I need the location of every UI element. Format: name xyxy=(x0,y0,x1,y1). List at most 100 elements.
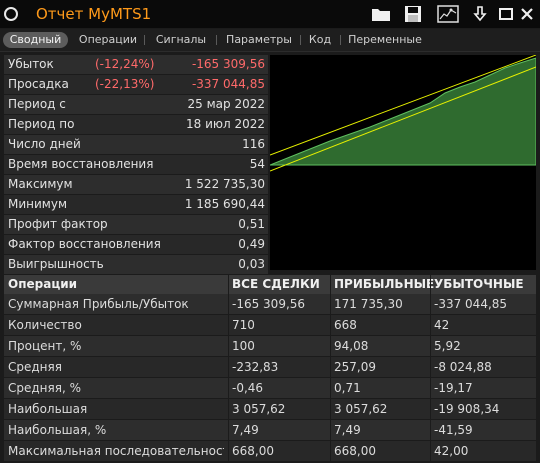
table-cell: Средняя xyxy=(8,360,62,374)
stat-label: Период с xyxy=(8,97,66,111)
tab-variables[interactable]: Переменные xyxy=(345,32,425,48)
stat-row-recovery-factor: Фактор восстановления 0,49 xyxy=(4,235,268,255)
equity-chart-svg xyxy=(269,54,537,172)
table-cell: -337 044,85 xyxy=(434,297,508,311)
tab-signals[interactable]: Сигналы xyxy=(150,32,212,48)
column-divider xyxy=(430,275,431,463)
table-cell: 0,71 xyxy=(334,381,361,395)
table-cell: 710 xyxy=(232,318,255,332)
table-cell: Наибольшая, % xyxy=(8,423,107,437)
stat-value: 1 185 690,44 xyxy=(184,197,265,211)
table-cell: Количество xyxy=(8,318,82,332)
close-icon[interactable] xyxy=(518,4,536,24)
tab-divider xyxy=(216,35,217,45)
download-arrow-icon[interactable] xyxy=(470,4,490,24)
table-row: Процент, % 100 94,08 5,92 xyxy=(4,336,536,357)
table-cell: -19 908,34 xyxy=(434,402,500,416)
stat-label: Убыток xyxy=(8,57,54,71)
tab-divider xyxy=(144,35,145,45)
table-cell: 257,09 xyxy=(334,360,376,374)
stat-label: Минимум xyxy=(8,197,68,211)
table-header-row: Операции ВСЕ СДЕЛКИ ПРИБЫЛЬНЫЕ УБЫТОЧНЫЕ xyxy=(4,275,536,294)
equity-chart xyxy=(269,54,537,270)
table-cell: 42,00 xyxy=(434,444,469,458)
stat-value: 25 мар 2022 xyxy=(187,97,265,111)
column-header: Операции xyxy=(8,277,78,291)
table-cell: -232,83 xyxy=(232,360,279,374)
stat-value: 18 июл 2022 xyxy=(185,117,265,131)
folder-icon[interactable] xyxy=(370,4,392,24)
table-cell: 94,08 xyxy=(334,339,369,353)
tab-operations[interactable]: Операции xyxy=(76,32,140,48)
stat-row-drawdown: Просадка (-22,13%) -337 044,85 xyxy=(4,75,268,95)
column-header: ВСЕ СДЕЛКИ xyxy=(232,277,320,291)
stat-row-period-from: Период с 25 мар 2022 xyxy=(4,95,268,115)
stat-value: 54 xyxy=(249,157,265,171)
tab-summary[interactable]: Сводный xyxy=(3,32,68,48)
column-header: УБЫТОЧНЫЕ xyxy=(434,277,524,291)
stat-label: Период по xyxy=(8,117,75,131)
stat-percent: (-22,13%) xyxy=(95,77,155,91)
table-row: Максимальная последовательность 668,00 6… xyxy=(4,441,536,462)
table-row: Суммарная Прибыль/Убыток -165 309,56 171… xyxy=(4,294,536,315)
table-cell: 5,92 xyxy=(434,339,461,353)
stat-percent: (-12,24%) xyxy=(95,57,155,71)
column-divider xyxy=(330,275,331,463)
table-cell: 668,00 xyxy=(232,444,274,458)
equity-area xyxy=(269,57,537,166)
table-cell: Средняя, % xyxy=(8,381,81,395)
table-cell: -19,17 xyxy=(434,381,473,395)
tab-code[interactable]: Код xyxy=(305,32,335,48)
table-cell: 3 057,62 xyxy=(334,402,388,416)
table-row: Средняя, % -0,46 0,71 -19,17 xyxy=(4,378,536,399)
table-cell: 100 xyxy=(232,339,255,353)
tab-divider xyxy=(340,35,341,45)
table-row: Количество 710 668 42 xyxy=(4,315,536,336)
stat-label: Выигрышность xyxy=(8,257,104,271)
tab-bar: Сводный Операции Сигналы Параметры Код П… xyxy=(0,29,540,52)
table-cell: -8 024,88 xyxy=(434,360,492,374)
column-divider xyxy=(228,275,229,463)
stat-value: -165 309,56 xyxy=(191,57,265,71)
stat-row-minimum: Минимум 1 185 690,44 xyxy=(4,195,268,215)
stat-row-win-rate: Выигрышность 0,03 xyxy=(4,255,268,275)
table-cell: Наибольшая xyxy=(8,402,88,416)
summary-stats: Убыток (-12,24%) -165 309,56 Просадка (-… xyxy=(4,55,268,275)
stat-label: Просадка xyxy=(8,77,69,91)
chart-settings-icon[interactable] xyxy=(436,4,460,24)
window-title: Отчет MyMTS1 xyxy=(36,5,152,23)
stat-value: 116 xyxy=(242,137,265,151)
tab-parameters[interactable]: Параметры xyxy=(222,32,296,48)
stat-label: Максимум xyxy=(8,177,73,191)
table-cell: Процент, % xyxy=(8,339,82,353)
stat-row-period-to: Период по 18 июл 2022 xyxy=(4,115,268,135)
stat-row-maximum: Максимум 1 522 735,30 xyxy=(4,175,268,195)
stat-label: Число дней xyxy=(8,137,81,151)
stat-row-loss: Убыток (-12,24%) -165 309,56 xyxy=(4,55,268,75)
stat-row-days: Число дней 116 xyxy=(4,135,268,155)
stat-value: 0,03 xyxy=(238,257,265,271)
stat-label: Фактор восстановления xyxy=(8,237,161,251)
app-circle-icon[interactable] xyxy=(4,7,18,21)
stat-row-profit-factor: Профит фактор 0,51 xyxy=(4,215,268,235)
stat-value: 0,49 xyxy=(238,237,265,251)
table-row: Наибольшая 3 057,62 3 057,62 -19 908,34 xyxy=(4,399,536,420)
table-cell: 668,00 xyxy=(334,444,376,458)
stat-row-recovery-time: Время восстановления 54 xyxy=(4,155,268,175)
stat-value: 0,51 xyxy=(238,217,265,231)
table-cell: Суммарная Прибыль/Убыток xyxy=(8,297,189,311)
stat-label: Время восстановления xyxy=(8,157,154,171)
table-row: Средняя -232,83 257,09 -8 024,88 xyxy=(4,357,536,378)
table-cell: -41,59 xyxy=(434,423,473,437)
report-window: Отчет MyMTS1 Сводный Операции Сигналы Па… xyxy=(0,0,540,463)
column-header: ПРИБЫЛЬНЫЕ xyxy=(334,277,435,291)
table-cell: 3 057,62 xyxy=(232,402,286,416)
table-cell: 171 735,30 xyxy=(334,297,403,311)
table-cell: 42 xyxy=(434,318,450,332)
table-cell: 7,49 xyxy=(232,423,259,437)
minimize-icon[interactable] xyxy=(498,4,514,24)
title-bar: Отчет MyMTS1 xyxy=(0,0,540,28)
table-cell: -165 309,56 xyxy=(232,297,306,311)
save-icon[interactable] xyxy=(402,4,424,24)
stat-value: -337 044,85 xyxy=(191,77,265,91)
